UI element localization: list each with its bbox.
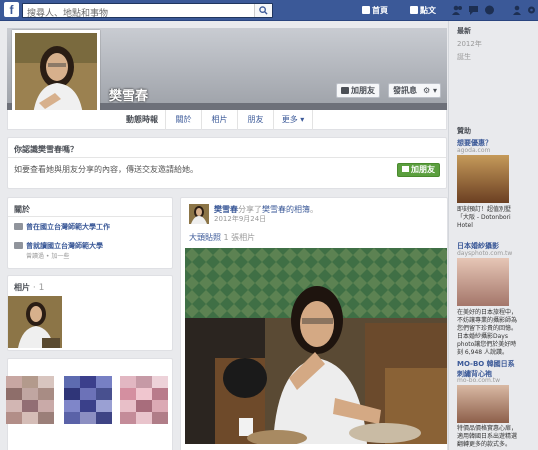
- profile-photo-image: [15, 33, 97, 115]
- timeline-year-latest[interactable]: 最新: [457, 26, 471, 36]
- post-action: 分享了: [238, 205, 262, 214]
- add-friend-icon: [402, 166, 409, 172]
- ad-1-image[interactable]: [457, 155, 509, 203]
- gear-dropdown-icon[interactable]: ⚙ ▾: [423, 84, 437, 97]
- home-link[interactable]: 首頁: [362, 5, 388, 16]
- friends-icon[interactable]: [512, 5, 523, 15]
- post-author-avatar[interactable]: [189, 204, 209, 224]
- add-friend-icon: [341, 87, 349, 94]
- profile-tabs: 動態時報 關於 相片 朋友 更多 ▾: [7, 110, 447, 130]
- notifications-globe-icon[interactable]: [484, 5, 495, 15]
- photo-thumbnail[interactable]: [8, 296, 62, 348]
- ad-3-url[interactable]: mo-bo.com.tw: [457, 377, 500, 384]
- post-album-link[interactable]: 樊雪春的相簿: [262, 205, 310, 214]
- post-period: 。: [310, 205, 318, 214]
- top-navigation-bar: f 搜尋人、地點和事物 首頁 點文: [0, 0, 538, 21]
- add-friend-button[interactable]: 加朋友: [336, 83, 380, 98]
- blurred-friends-mosaic: [6, 364, 169, 450]
- photos-title[interactable]: 相片: [14, 283, 30, 292]
- school-icon: [14, 242, 23, 249]
- profile-link[interactable]: 點文: [410, 5, 436, 16]
- photos-card: 相片 · 1: [7, 275, 173, 351]
- sponsored-title: 贊助: [457, 127, 471, 135]
- do-you-know-text: 如要查看她與朋友分享的內容，傳送交友邀請給她。: [14, 165, 198, 174]
- friend-requests-icon[interactable]: [452, 5, 463, 15]
- settings-gear-icon[interactable]: [526, 5, 537, 15]
- ad-2-text: 在美好的日本旅程中，不妨讓專業的攝影師為您們留下珍貴的回憶。日本婚紗攝影Days…: [457, 309, 518, 356]
- about-card: 關於 曾在國立台灣師範大學工作 曾就讀國立台灣師範大學 曾讀過 • 加一些: [7, 197, 173, 269]
- add-friend-green-button[interactable]: 加朋友: [397, 163, 440, 177]
- profile-picture[interactable]: [12, 30, 100, 118]
- post-date[interactable]: 2012年9月24日: [214, 214, 266, 224]
- timeline-post: 樊雪春分享了樊雪春的相簿。 2012年9月24日 大頭貼照 1 張相片: [180, 197, 448, 450]
- about-title[interactable]: 關於: [14, 204, 30, 215]
- ad-1-url[interactable]: agoda.com: [457, 147, 490, 154]
- ad-2-image[interactable]: [457, 258, 509, 306]
- tab-about[interactable]: 關於: [165, 110, 201, 130]
- ad-1-text: 即刻預訂！超值別墅「大阪 - Dotonbori Hotel: [457, 206, 512, 229]
- avatar-icon: [410, 6, 418, 14]
- timeline-year-2012[interactable]: 2012年: [457, 39, 482, 49]
- album-name-link[interactable]: 大頭貼照: [189, 233, 221, 242]
- search-icon: [259, 6, 268, 15]
- home-icon: [362, 6, 370, 14]
- work-item[interactable]: 曾在國立台灣師範大學工作: [26, 222, 110, 232]
- tab-photos[interactable]: 相片: [201, 110, 237, 130]
- ad-2-url[interactable]: daysphoto.com.tw: [457, 250, 512, 257]
- ad-3-image[interactable]: [457, 385, 509, 423]
- search-input[interactable]: 搜尋人、地點和事物: [22, 3, 273, 19]
- ad-3-text: 特價品價格實惠心扉，適用韓國日系出遊精選翻轉更多的款式多。: [457, 425, 518, 448]
- do-you-know-card: 你認識樊雪春嗎？ 如要查看她與朋友分享的內容，傳送交友邀請給她。 加朋友: [7, 137, 447, 189]
- tab-timeline[interactable]: 動態時報: [119, 110, 165, 130]
- education-detail: 曾讀過 • 加一些: [26, 253, 70, 260]
- ad-3-title[interactable]: MO-BO 韓國日系刺繡背心袍: [457, 359, 519, 379]
- post-author-name[interactable]: 樊雪春: [214, 205, 238, 214]
- message-button[interactable]: 發訊息 ⚙ ▾: [388, 83, 441, 98]
- right-sidebar: 最新 2012年 誕生 贊助 想要優惠？ agoda.com 即刻預訂！超值別墅…: [448, 21, 538, 450]
- photos-count: · 1: [32, 283, 45, 293]
- tab-more[interactable]: 更多 ▾: [273, 110, 313, 130]
- messages-icon[interactable]: [468, 5, 479, 15]
- album-photo-count: 1 張相片: [223, 233, 256, 242]
- do-you-know-title: 你認識樊雪春嗎？: [14, 145, 78, 154]
- education-item[interactable]: 曾就讀國立台灣師範大學: [26, 241, 103, 251]
- search-button[interactable]: [254, 4, 272, 17]
- search-placeholder: 搜尋人、地點和事物: [27, 9, 109, 19]
- post-photo[interactable]: [185, 248, 447, 444]
- facebook-logo-icon[interactable]: f: [4, 2, 19, 17]
- tab-friends[interactable]: 朋友: [237, 110, 273, 130]
- briefcase-icon: [14, 223, 23, 230]
- profile-name[interactable]: 樊雪春: [109, 85, 148, 104]
- timeline-year-born[interactable]: 誕生: [457, 52, 471, 62]
